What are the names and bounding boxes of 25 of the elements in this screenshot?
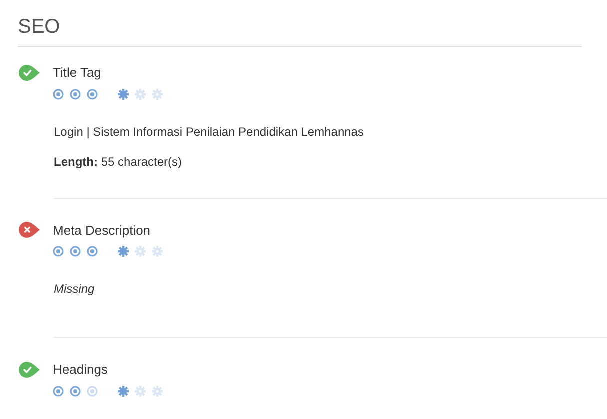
faded-target-icon: [87, 386, 98, 396]
target-icon: [70, 88, 81, 100]
faded-gear-icon: [135, 88, 146, 100]
target-icon: [53, 246, 64, 257]
target-icon: [53, 386, 64, 396]
check-title: Headings: [53, 361, 108, 379]
faded-gear-icon: [135, 246, 146, 257]
detail-text: Login | Sistem Informasi Penilaian Pendidikan Lemhannas: [54, 124, 365, 140]
target-icon: [53, 88, 64, 100]
target-icon: [87, 246, 98, 257]
check-title: Meta Description: [53, 222, 151, 240]
faded-gear-icon: [135, 386, 146, 396]
gear-icon: [118, 88, 129, 100]
target-icon: [70, 246, 81, 257]
faded-gear-icon: [152, 386, 163, 396]
section-heading: SEO: [18, 15, 62, 40]
faded-gear-icon: [152, 246, 163, 257]
target-icon: [70, 386, 81, 396]
status-note: Missing: [54, 281, 96, 297]
check-title: Title Tag: [53, 64, 102, 82]
gear-icon: [118, 246, 129, 257]
gear-icon: [118, 386, 129, 396]
faded-gear-icon: [152, 88, 163, 100]
target-icon: [87, 88, 98, 100]
detail-text: Length: 55 character(s): [54, 154, 184, 170]
